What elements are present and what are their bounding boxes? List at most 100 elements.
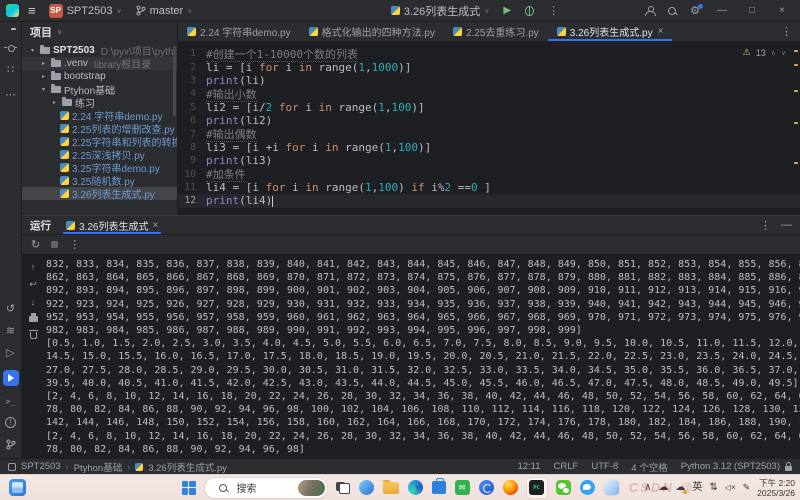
network-icon[interactable]: ⇅ [709, 483, 717, 493]
run-more-icon[interactable]: ⋮ [69, 238, 80, 251]
run-config-selector[interactable]: 3.26列表生成式 ∨ [387, 2, 494, 20]
editor-tab[interactable]: 2.24 字符串demo.py [178, 22, 300, 41]
tree-row[interactable]: 2.25深浅拷贝.py [22, 148, 177, 161]
scroll-up-icon[interactable]: ↑ [31, 262, 36, 272]
more-run-actions-icon[interactable]: ⋮ [544, 4, 563, 17]
minimize-button[interactable]: — [710, 5, 734, 16]
settings-gear-icon[interactable]: ⚙ [686, 4, 704, 17]
error-stripe[interactable] [792, 44, 800, 215]
file-explorer-icon[interactable] [383, 482, 399, 494]
wechat-icon[interactable] [556, 480, 571, 495]
project-panel-header[interactable]: 项目 ∨ [22, 22, 177, 42]
code-line[interactable]: 3print(li) [178, 74, 800, 87]
status-item[interactable]: 12:11 [517, 461, 540, 472]
hidden-icons-chevron[interactable]: ∧ [644, 483, 651, 493]
pen-icon[interactable]: ✎ [743, 483, 751, 492]
code-line[interactable]: 12print(li4) [178, 194, 800, 207]
stop-icon[interactable] [51, 241, 58, 248]
status-item[interactable]: Python 3.12 (SPT2503) [681, 461, 780, 472]
code-line[interactable]: 7#输出偶数 [178, 127, 800, 140]
breadcrumb-item[interactable]: SPT2503 [21, 461, 61, 472]
inspections-widget[interactable]: ⚠ 13 ∧ ∨ [743, 47, 786, 58]
editor-tab[interactable]: 格式化输出的四种方法.py [300, 22, 444, 41]
prev-problem-icon[interactable]: ∧ [771, 49, 776, 57]
git-tool-icon[interactable] [6, 439, 16, 450]
code-line[interactable]: 9print(li3) [178, 154, 800, 167]
branch-switcher[interactable]: master ∨ [132, 4, 197, 18]
breadcrumb-item[interactable]: 3.26列表生成式.py [148, 460, 227, 474]
tab-close-icon[interactable]: × [658, 26, 664, 37]
code-line[interactable]: 11li4 = [i for i in range(1,100) if i%2 … [178, 181, 800, 194]
next-problem-icon[interactable]: ∨ [781, 49, 786, 57]
more-tools-icon[interactable]: ⋯ [5, 90, 16, 101]
code-with-me-icon[interactable] [645, 6, 654, 15]
tree-row[interactable]: 2.24 字符串demo.py [22, 109, 177, 122]
tree-row[interactable]: ▾SPT2503D:\pyx\项目\python\myflaskd [22, 44, 177, 57]
weather-cloud-icon[interactable]: ☁ [658, 483, 668, 493]
tree-row[interactable]: 3.25字符串demo.py [22, 161, 177, 174]
console-output[interactable]: 832, 833, 834, 835, 836, 837, 838, 839, … [44, 255, 800, 458]
chevron-right-icon[interactable]: ▸ [39, 60, 48, 67]
pycharm-taskbar-icon[interactable]: PC [527, 478, 547, 498]
editor-tab[interactable]: 3.26列表生成式.py× [548, 22, 673, 41]
edge-icon[interactable] [408, 480, 423, 495]
breadcrumb-item[interactable]: Ptyhon基础 [74, 460, 123, 474]
run-panel-hide-icon[interactable]: — [781, 219, 792, 231]
status-item[interactable]: CRLF [554, 461, 579, 472]
run-button[interactable]: ▶ [499, 5, 515, 16]
microsoft-store-icon[interactable] [432, 481, 446, 494]
search-everywhere-icon[interactable] [668, 7, 676, 15]
sync-icon[interactable]: ↺ [6, 304, 15, 315]
run-tool-icon[interactable] [3, 370, 19, 386]
lock-icon[interactable] [785, 466, 792, 471]
code-line[interactable]: 8li3 = [i +i for i in range(1,100)] [178, 141, 800, 154]
volume-muted-icon[interactable]: ◁× [725, 484, 736, 492]
clear-all-icon[interactable] [30, 332, 37, 339]
status-item[interactable]: 4 个空格 [631, 460, 667, 474]
task-view-icon[interactable] [336, 482, 350, 494]
clock[interactable]: 下午 2:20 2025/3/26 [757, 478, 795, 498]
firefox-icon[interactable] [503, 480, 518, 495]
chevron-down-icon[interactable]: ▾ [39, 86, 48, 93]
tree-row[interactable]: 2.25列表的增删改查.py [22, 122, 177, 135]
terminal-tool-icon[interactable]: >_ [6, 397, 16, 406]
status-item[interactable]: UTF-8 [591, 461, 618, 472]
tree-row[interactable]: ▸bootstrap [22, 70, 177, 83]
services-icon[interactable]: ≋ [6, 326, 15, 337]
code-line[interactable]: 10#加条件 [178, 168, 800, 181]
copilot-icon[interactable] [359, 480, 374, 495]
scroll-to-end-icon[interactable]: ↓ [31, 297, 36, 307]
code-area[interactable]: 1#创建一个1-10000个数的列表2li = [i for i in rang… [178, 42, 800, 215]
start-button[interactable] [182, 481, 196, 495]
close-button[interactable]: × [770, 5, 794, 16]
mail-icon[interactable]: ✉ [455, 480, 470, 495]
print-icon[interactable] [29, 316, 38, 322]
chevron-right-icon[interactable]: ▸ [50, 99, 59, 106]
code-line[interactable]: 2li = [i for i in range(1,1000)] [178, 60, 800, 73]
chevron-right-icon[interactable]: ▸ [39, 73, 48, 80]
run-anything-icon[interactable]: ▷ [6, 348, 14, 359]
tree-row[interactable]: 3.26列表生成式.py [22, 187, 177, 200]
editor-tab[interactable]: 2.25去重练习.py [444, 22, 548, 41]
code-line[interactable]: 1#创建一个1-10000个数的列表 [178, 47, 800, 60]
onedrive-icon[interactable]: ☁ [675, 483, 685, 493]
soft-wrap-icon[interactable]: ↩ [29, 279, 37, 290]
app-icon[interactable] [479, 480, 494, 495]
widgets-icon[interactable] [9, 479, 26, 496]
run-tab[interactable]: 3.26列表生成式 × [63, 216, 161, 234]
rerun-icon[interactable]: ↻ [31, 238, 40, 251]
commit-tool-icon[interactable] [4, 44, 17, 51]
main-menu-icon[interactable]: ≡ [25, 4, 39, 17]
run-panel-options-icon[interactable]: ⋮ [760, 219, 771, 232]
project-switcher[interactable]: SP SPT2503 ∨ [45, 3, 126, 19]
input-language-indicator[interactable]: 英 [692, 483, 702, 493]
tree-row[interactable]: 3.25随机数.py [22, 174, 177, 187]
code-line[interactable]: 6print(li2) [178, 114, 800, 127]
search-box-image[interactable] [298, 480, 325, 496]
tree-row[interactable]: ▸练习 [22, 96, 177, 109]
problems-tool-icon[interactable]: ! [5, 417, 16, 428]
maximize-button[interactable]: □ [740, 5, 764, 16]
tree-row[interactable]: ▾Ptyhon基础 [22, 83, 177, 96]
taskbar-search[interactable]: 搜索 [205, 478, 327, 498]
app-icon-2[interactable] [604, 480, 619, 495]
